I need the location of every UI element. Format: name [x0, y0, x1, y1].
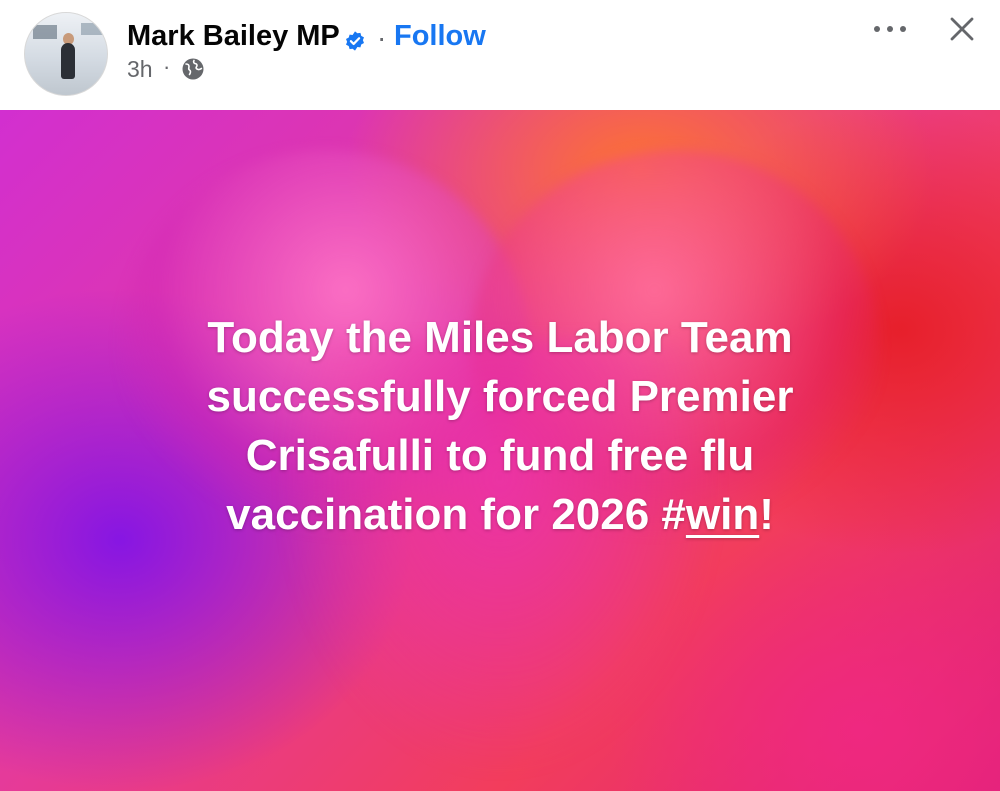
post-text-line: successfully forced Premier — [206, 372, 794, 421]
post-text-line: Today the Miles Labor Team — [207, 313, 793, 362]
separator-dot: · — [377, 22, 387, 53]
post-text-segment: vaccination for 2026 # — [226, 490, 686, 539]
post-text: Today the Miles Labor Team successfully … — [50, 308, 950, 544]
more-dot — [874, 26, 880, 32]
close-icon[interactable] — [945, 12, 979, 46]
more-dot — [887, 26, 893, 32]
follow-button[interactable]: Follow — [394, 20, 486, 53]
timestamp-separator: · — [163, 54, 171, 79]
more-options-icon[interactable] — [870, 14, 910, 44]
post-text-line: vaccination for 2026 #win! — [50, 485, 950, 544]
hashtag-link[interactable]: win — [686, 490, 759, 539]
avatar-person-body — [61, 43, 75, 79]
globe-icon — [182, 58, 204, 80]
post-header: Mark Bailey MP · Follow 3h · — [0, 0, 1000, 110]
avatar[interactable] — [24, 12, 108, 96]
avatar-background-sign — [33, 25, 57, 39]
more-dot — [900, 26, 906, 32]
post-timestamp[interactable]: 3h — [127, 56, 153, 83]
post-text-segment: ! — [759, 490, 774, 539]
author-name[interactable]: Mark Bailey MP — [127, 20, 340, 53]
post-text-line: Crisafulli to fund free flu — [245, 431, 755, 480]
verified-badge-icon — [346, 31, 364, 51]
avatar-background-sign — [81, 23, 103, 35]
